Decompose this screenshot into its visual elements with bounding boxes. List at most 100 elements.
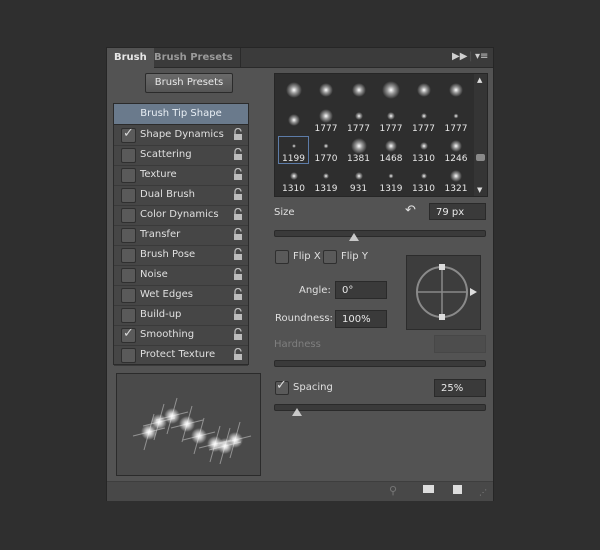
option-item[interactable]: Dual Brush xyxy=(114,185,248,206)
scroll-up-icon[interactable]: ▲ xyxy=(477,76,482,84)
sparkle-stroke-preview xyxy=(132,397,252,465)
divider: | xyxy=(469,51,473,62)
brush-presets-button[interactable]: Brush Presets xyxy=(145,73,233,93)
brush-pressure-icon[interactable]: ⚲ xyxy=(389,484,397,497)
angle-arrow-icon[interactable] xyxy=(470,288,477,296)
brush-tip-size: 1310 xyxy=(412,184,435,194)
brush-tip-cell[interactable]: 1770 xyxy=(311,136,342,164)
panel-menu-icon[interactable]: ▾≡ xyxy=(475,51,488,62)
spacing-checkbox[interactable]: ✓ xyxy=(275,378,289,395)
brush-tip-cell[interactable] xyxy=(441,76,472,104)
brush-tip-shape-item[interactable]: Brush Tip Shape xyxy=(114,104,248,125)
lock-icon[interactable] xyxy=(233,348,243,361)
brush-tip-cell[interactable]: 1777 xyxy=(441,106,472,134)
lock-icon[interactable] xyxy=(233,288,243,301)
brush-tip-cell[interactable]: 1381 xyxy=(343,136,374,164)
brush-tip-cell[interactable]: 1310 xyxy=(278,166,309,194)
option-checkbox[interactable] xyxy=(121,208,136,223)
size-field[interactable]: 79 px xyxy=(429,203,486,220)
option-checkbox[interactable]: ✓ xyxy=(121,326,136,343)
option-checkbox[interactable] xyxy=(121,168,136,183)
brush-tip-thumbnail xyxy=(382,81,400,99)
spacing-slider[interactable] xyxy=(274,404,486,411)
brush-tip-thumbnail xyxy=(323,143,329,149)
brush-tip-cell[interactable] xyxy=(343,76,374,104)
brush-tip-grid[interactable]: 1777 1777 1777 1777 1777 1199 1770 1381 1468 1310… xyxy=(274,73,488,197)
new-preset-icon[interactable] xyxy=(453,485,462,494)
brush-tip-cell[interactable]: 1310 xyxy=(408,136,439,164)
brush-tip-cell[interactable]: 1777 xyxy=(311,106,342,134)
roundness-handle-top[interactable] xyxy=(439,264,445,270)
option-item[interactable]: ✓ Shape Dynamics xyxy=(114,125,248,146)
spacing-slider-handle[interactable] xyxy=(292,408,303,416)
reset-size-icon[interactable]: ↶ xyxy=(405,203,416,218)
lock-icon[interactable] xyxy=(233,248,243,261)
spacing-field[interactable]: 25% xyxy=(434,379,486,397)
flip-y-checkbox[interactable] xyxy=(323,250,337,264)
brush-tip-cell[interactable]: 1319 xyxy=(376,166,407,194)
lock-icon[interactable] xyxy=(233,148,243,161)
option-item[interactable]: Brush Pose xyxy=(114,245,248,266)
lock-icon[interactable] xyxy=(233,268,243,281)
option-label: Shape Dynamics xyxy=(140,129,224,140)
option-checkbox[interactable] xyxy=(121,248,136,263)
brush-tip-cell[interactable]: 1777 xyxy=(343,106,374,134)
option-item[interactable]: Protect Texture xyxy=(114,345,248,366)
option-checkbox[interactable] xyxy=(121,148,136,163)
brush-tip-thumbnail xyxy=(354,172,363,180)
lock-icon[interactable] xyxy=(233,208,243,221)
brush-tip-cell[interactable] xyxy=(278,106,309,134)
option-item[interactable]: Transfer xyxy=(114,225,248,246)
brush-tip-cell[interactable]: 1246 xyxy=(441,136,472,164)
brush-tip-cell[interactable]: 931 xyxy=(343,166,374,194)
brush-tip-cell[interactable] xyxy=(408,76,439,104)
checkmark-icon: ✓ xyxy=(123,326,134,341)
option-item[interactable]: Texture xyxy=(114,165,248,186)
grid-scrollbar[interactable]: ▲ ▼ xyxy=(474,74,487,196)
brush-tip-cell[interactable]: 1310 xyxy=(408,166,439,194)
brush-tip-cell[interactable]: 1777 xyxy=(376,106,407,134)
brush-tip-cell[interactable]: 1777 xyxy=(408,106,439,134)
lock-icon[interactable] xyxy=(233,228,243,241)
angle-roundness-widget[interactable] xyxy=(406,255,481,330)
brush-tip-cell[interactable]: 1199 xyxy=(278,136,309,164)
create-brush-icon[interactable] xyxy=(423,485,434,493)
lock-icon[interactable] xyxy=(233,168,243,181)
brush-tip-cell[interactable]: 1468 xyxy=(376,136,407,164)
lock-icon[interactable] xyxy=(233,188,243,201)
size-slider[interactable] xyxy=(274,230,486,237)
roundness-handle-bottom[interactable] xyxy=(439,314,445,320)
option-item[interactable]: Color Dynamics xyxy=(114,205,248,226)
brush-tip-cell[interactable] xyxy=(278,76,309,104)
option-checkbox[interactable] xyxy=(121,348,136,363)
lock-icon[interactable] xyxy=(233,128,243,141)
option-checkbox[interactable]: ✓ xyxy=(121,126,136,143)
option-item[interactable]: Noise xyxy=(114,265,248,286)
option-checkbox[interactable] xyxy=(121,288,136,303)
size-slider-handle[interactable] xyxy=(348,233,359,241)
brush-tip-cell[interactable] xyxy=(311,76,342,104)
option-checkbox[interactable] xyxy=(121,188,136,203)
option-label: Scattering xyxy=(140,149,192,160)
brush-tip-cell[interactable] xyxy=(376,76,407,104)
scroll-thumb[interactable] xyxy=(476,154,485,161)
brush-tip-thumbnail xyxy=(419,142,428,150)
lock-icon[interactable] xyxy=(233,308,243,321)
tab-brush-presets[interactable]: Brush Presets xyxy=(147,48,241,67)
flip-x-checkbox[interactable] xyxy=(275,250,289,264)
lock-icon[interactable] xyxy=(233,328,243,341)
option-item[interactable]: ✓ Smoothing xyxy=(114,325,248,346)
option-item[interactable]: Wet Edges xyxy=(114,285,248,306)
angle-field[interactable]: 0° xyxy=(335,281,387,299)
roundness-field[interactable]: 100% xyxy=(335,310,387,328)
resize-grip-icon[interactable]: ⋰ xyxy=(479,488,487,497)
option-item[interactable]: Build-up xyxy=(114,305,248,326)
brush-tip-cell[interactable]: 1321 xyxy=(441,166,472,194)
scroll-down-icon[interactable]: ▼ xyxy=(477,186,482,194)
option-checkbox[interactable] xyxy=(121,268,136,283)
brush-tip-cell[interactable]: 1319 xyxy=(311,166,342,194)
option-item[interactable]: Scattering xyxy=(114,145,248,166)
option-checkbox[interactable] xyxy=(121,228,136,243)
option-checkbox[interactable] xyxy=(121,308,136,323)
double-arrow-icon[interactable]: ▶▶ xyxy=(452,51,467,62)
